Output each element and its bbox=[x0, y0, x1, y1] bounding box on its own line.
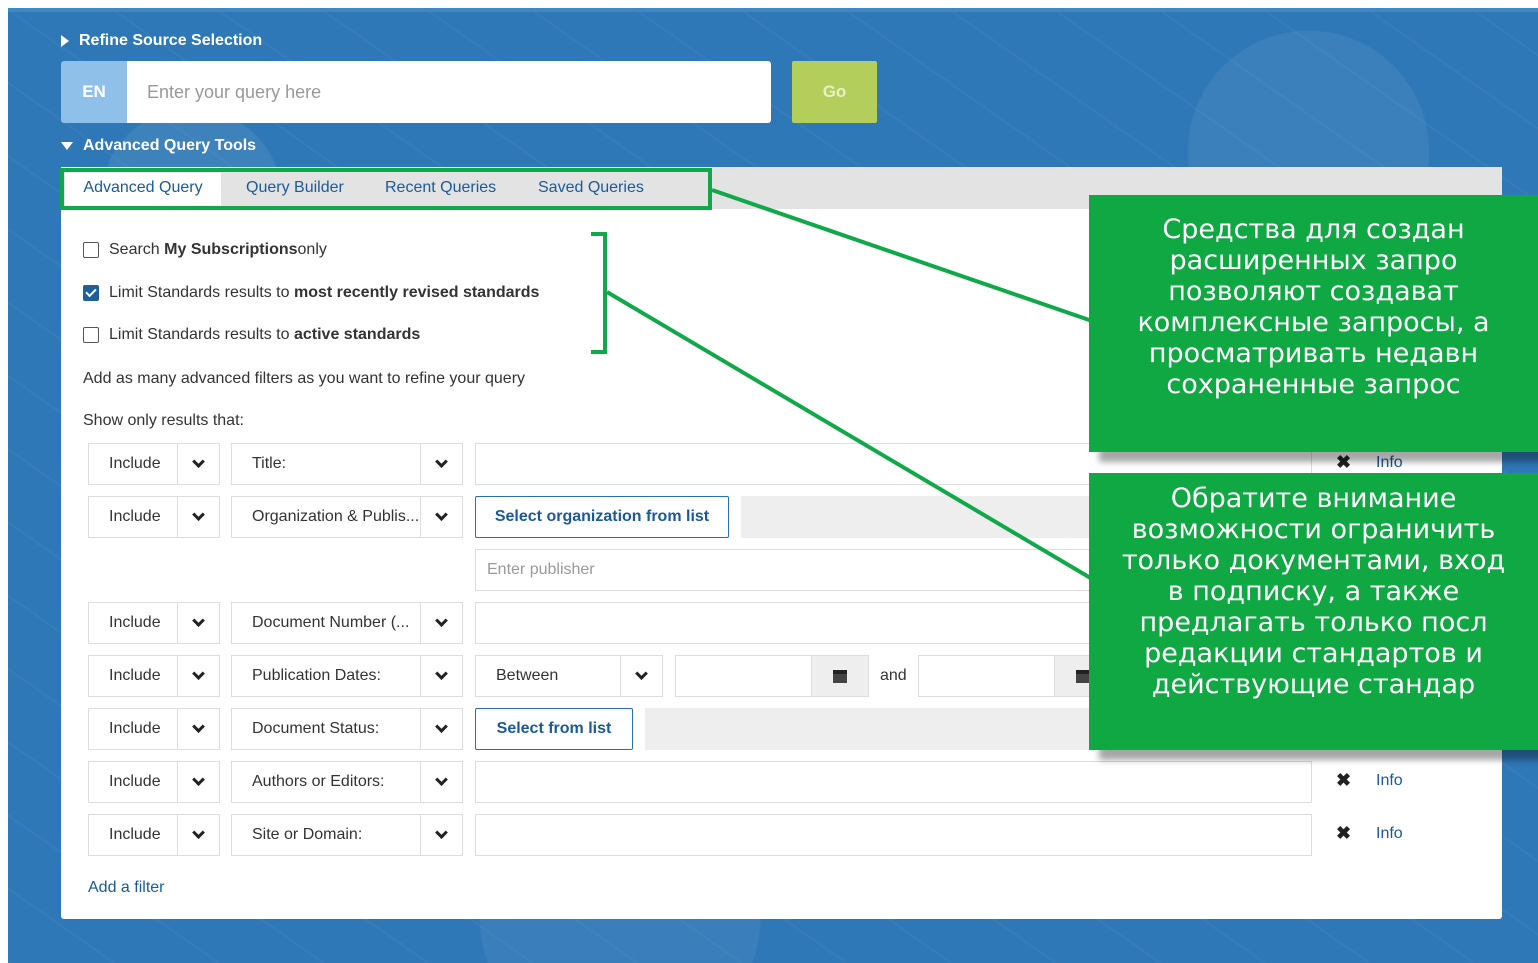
callout-limit-options: Обратите внимание возможности ограничить т… bbox=[1089, 473, 1538, 750]
callout-advanced-tools: Средства для создан расширенных запро позв… bbox=[1089, 195, 1538, 452]
